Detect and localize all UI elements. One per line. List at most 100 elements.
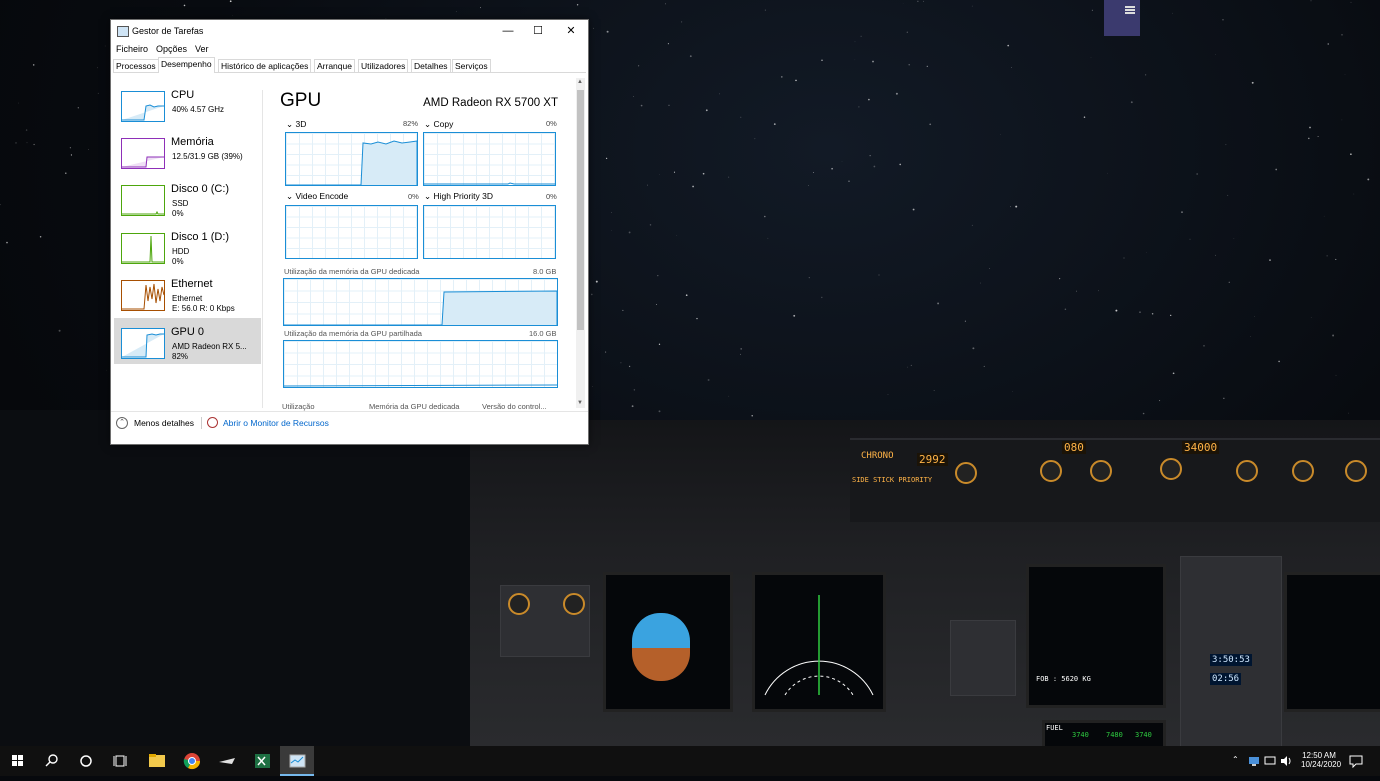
menu-ver[interactable]: Ver xyxy=(195,44,209,54)
tab-desempenho[interactable]: Desempenho xyxy=(158,57,215,73)
star xyxy=(1350,153,1352,155)
scroll-down-icon[interactable]: ▼ xyxy=(577,400,583,406)
star xyxy=(1143,413,1145,415)
resource-monitor-icon xyxy=(207,417,218,428)
star xyxy=(868,99,870,101)
task-manager-icon xyxy=(280,746,314,776)
excel-button[interactable] xyxy=(245,746,279,776)
tab-historico[interactable]: Histórico de aplicações xyxy=(218,59,311,72)
sidebar-item-usage: 0% xyxy=(172,209,184,218)
ewd-screen xyxy=(1026,564,1166,708)
engine-selector-3d[interactable]: ⌄ 3D xyxy=(286,119,306,130)
fcu-hdg-display: 080 xyxy=(1062,441,1086,454)
star xyxy=(1336,375,1337,376)
star xyxy=(611,212,612,213)
tab-bar: Processos Desempenho Histórico de aplica… xyxy=(113,59,586,73)
windows-icon xyxy=(0,746,34,776)
star xyxy=(1107,173,1108,174)
engine-label: 3D xyxy=(295,119,306,129)
engine-selector-high-priority-3d[interactable]: ⌄ High Priority 3D xyxy=(424,191,493,202)
star xyxy=(70,147,71,148)
star xyxy=(1254,316,1255,317)
star xyxy=(899,164,901,166)
star xyxy=(929,123,931,125)
tab-arranque[interactable]: Arranque xyxy=(314,59,355,72)
maximize-button[interactable]: ☐ xyxy=(523,20,553,42)
star xyxy=(622,310,623,311)
volume-icon[interactable] xyxy=(1279,754,1293,768)
tab-servicos[interactable]: Serviços xyxy=(452,59,491,72)
main-scrollbar[interactable]: ▲ ▼ xyxy=(576,78,585,408)
star xyxy=(1215,54,1216,55)
footer-divider xyxy=(201,417,202,429)
sidebar-item-cpu[interactable]: CPU 40% 4.57 GHz xyxy=(114,81,261,127)
star xyxy=(1215,255,1216,256)
tab-detalhes[interactable]: Detalhes xyxy=(411,59,451,72)
star xyxy=(607,31,609,33)
clock[interactable]: 12:50 AM 10/24/2020 xyxy=(1301,751,1337,769)
notification-icon[interactable] xyxy=(1348,754,1364,768)
star xyxy=(793,315,795,317)
less-details-label: Menos detalhes xyxy=(134,418,194,428)
star xyxy=(88,149,89,150)
scroll-up-icon[interactable]: ▲ xyxy=(577,79,583,85)
sidebar-item-usage: 0% xyxy=(172,257,184,266)
stat-header-dedicated: Memória da GPU dedicada xyxy=(369,402,459,411)
fcu-alt-display: 34000 xyxy=(1182,441,1219,454)
star xyxy=(729,396,730,397)
star xyxy=(659,410,661,412)
star xyxy=(98,93,99,94)
fuel-right: 3740 xyxy=(1135,731,1152,739)
task-view-button[interactable] xyxy=(102,746,136,776)
start-button[interactable] xyxy=(0,746,34,776)
star xyxy=(907,367,908,368)
memory-thumbnail xyxy=(121,138,165,169)
sidebar-item-disco-0[interactable]: Disco 0 (C:) SSD 0% xyxy=(114,175,261,221)
disk0-thumbnail xyxy=(121,185,165,216)
star xyxy=(620,362,621,363)
display-icon[interactable] xyxy=(1263,754,1277,768)
scroll-thumb[interactable] xyxy=(577,90,584,330)
flight-sim-button[interactable] xyxy=(210,746,244,776)
sidebar-item-memoria[interactable]: Memória 12.5/31.9 GB (39%) xyxy=(114,128,261,174)
sidebar-item-disco-1[interactable]: Disco 1 (D:) HDD 0% xyxy=(114,223,261,269)
star xyxy=(677,235,678,236)
show-hidden-icons[interactable]: ⌃ xyxy=(1232,755,1239,764)
engine-selector-copy[interactable]: ⌄ Copy xyxy=(424,119,453,130)
minimize-button[interactable]: — xyxy=(493,20,523,42)
star xyxy=(972,347,974,349)
panel-knob xyxy=(508,593,530,615)
close-button[interactable]: ✕ xyxy=(556,20,586,42)
file-explorer-button[interactable] xyxy=(140,746,174,776)
star xyxy=(71,154,72,155)
chrome-button[interactable] xyxy=(175,746,209,776)
sidebar-item-label: Ethernet xyxy=(171,278,213,290)
tab-processos[interactable]: Processos xyxy=(113,59,159,72)
star xyxy=(26,129,27,130)
search-button[interactable] xyxy=(34,746,68,776)
task-manager-taskbar-button[interactable] xyxy=(280,746,314,776)
nd-arcs xyxy=(755,575,883,709)
star xyxy=(1190,239,1191,240)
menu-ficheiro[interactable]: Ficheiro xyxy=(116,44,148,54)
sim-menu-button[interactable] xyxy=(1104,0,1140,36)
network-icon[interactable] xyxy=(1247,754,1261,768)
sidebar-item-ethernet[interactable]: Ethernet Ethernet E: 56.0 R: 0 Kbps xyxy=(114,270,261,316)
shared-memory-max: 16.0 GB xyxy=(529,329,557,338)
less-details-button[interactable]: ⌃ Menos detalhes xyxy=(116,417,194,429)
engine-selector-video-encode[interactable]: ⌄ Video Encode xyxy=(286,191,348,202)
star xyxy=(781,76,783,78)
star xyxy=(1311,317,1312,318)
sidebar-item-gpu-0[interactable]: GPU 0 AMD Radeon RX 5... 82% xyxy=(114,318,261,364)
star xyxy=(1065,309,1067,311)
resource-monitor-link[interactable]: Abrir o Monitor de Recursos xyxy=(207,417,329,428)
task-manager-icon xyxy=(117,26,129,37)
star xyxy=(1252,82,1254,84)
menu-opcoes[interactable]: Opções xyxy=(156,44,187,54)
page-title: GPU xyxy=(280,90,321,112)
fuel-label: FUEL xyxy=(1046,724,1063,732)
cortana-button[interactable] xyxy=(68,746,102,776)
star xyxy=(937,302,939,304)
star xyxy=(1223,398,1224,399)
tab-utilizadores[interactable]: Utilizadores xyxy=(358,59,408,72)
